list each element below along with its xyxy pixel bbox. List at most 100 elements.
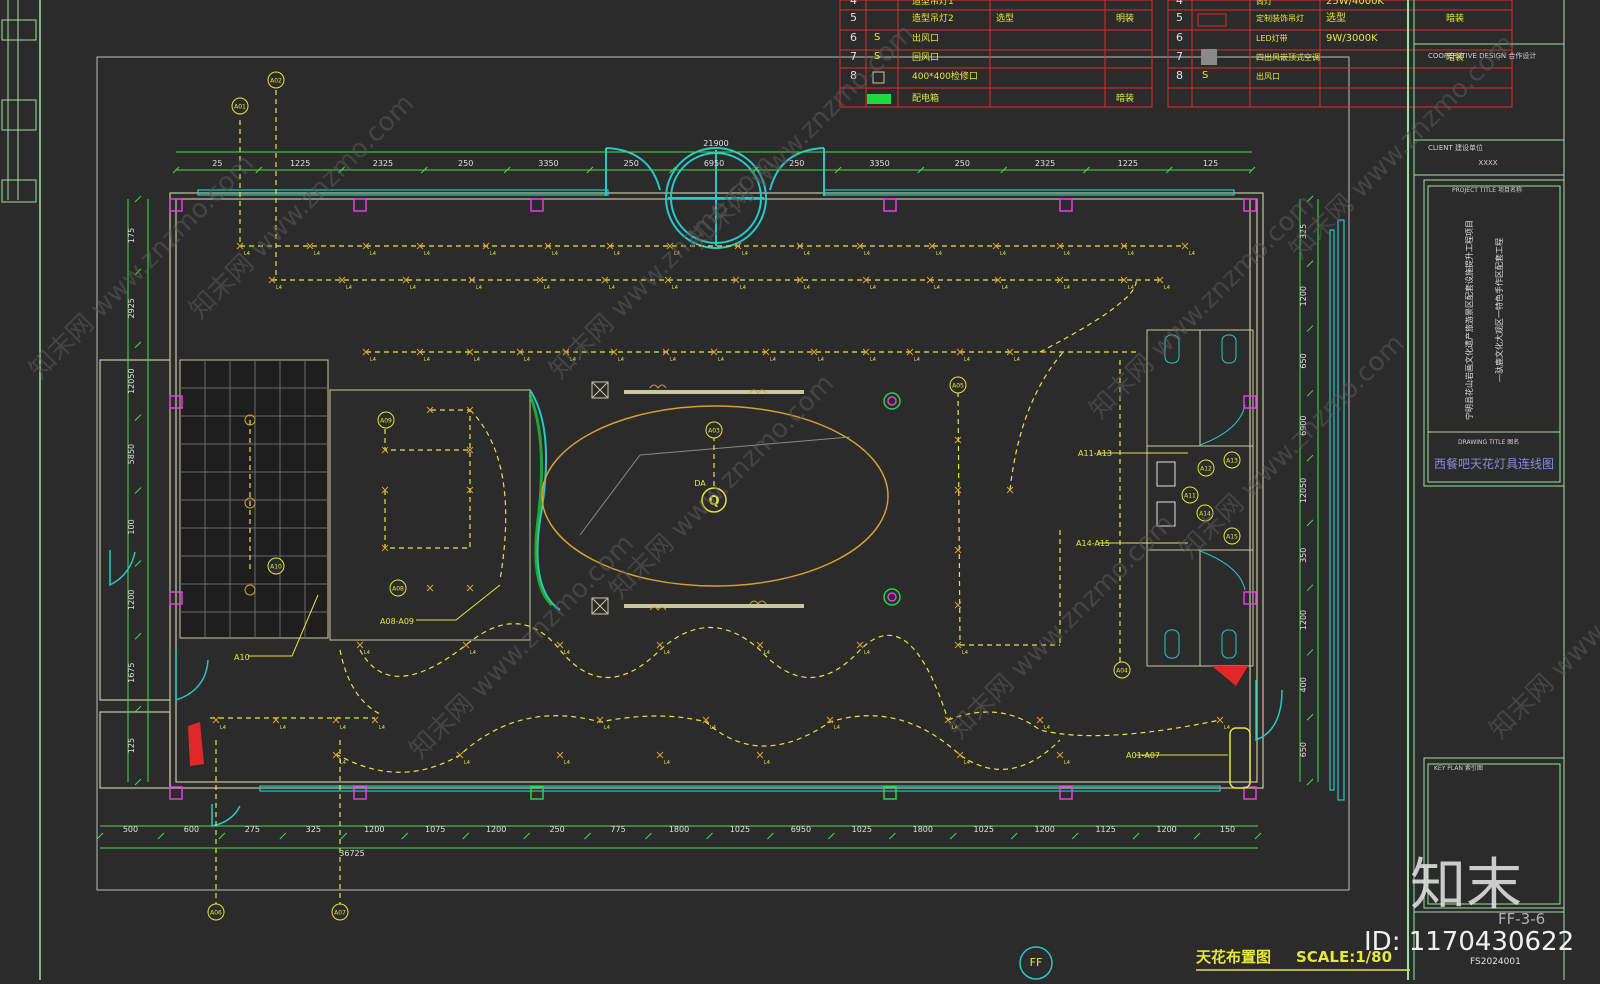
dim-label: 1200 — [364, 825, 384, 834]
lamp-type-label: L4 — [470, 650, 476, 656]
dim-label: 325 — [306, 825, 321, 834]
legend-right-name: 定制装饰吊灯 — [1256, 13, 1304, 23]
lamp-type-label: L4 — [718, 357, 724, 363]
lamp-type-label: L4 — [552, 251, 558, 257]
dim-label: 250 — [624, 159, 639, 168]
lamp-type-label: L4 — [1014, 357, 1020, 363]
dim-label: 400 — [1299, 677, 1308, 692]
circuit-tag-label: A04 — [1116, 668, 1128, 675]
dim-label: 1025 — [974, 825, 994, 834]
drawing-title-label: DRAWING TITLE 图名 — [1458, 438, 1519, 446]
legend-left-spec: 选型 — [996, 12, 1014, 24]
lamp-type-label: L4 — [818, 357, 824, 363]
circuit-tag-label: A08 — [392, 586, 404, 593]
legend-right-no: 4 — [1176, 0, 1183, 7]
lamp-type-label: L4 — [370, 251, 376, 257]
circuit-tag-label: A11 — [1184, 493, 1196, 500]
lamp-type-label: L4 — [870, 357, 876, 363]
dim-label: 3350 — [538, 159, 558, 168]
drawing-title: 西餐吧天花灯具连线图 — [1434, 456, 1554, 471]
dim-label: 1200 — [1035, 825, 1055, 834]
dim-label: 2325 — [373, 159, 393, 168]
dim-label: 1200 — [1299, 286, 1308, 306]
dim-label: 1800 — [913, 825, 933, 834]
dim-label: 6950 — [791, 825, 811, 834]
lamp-type-label: L4 — [964, 357, 970, 363]
circuit-tag-label: A02 — [270, 78, 282, 85]
dim-label: 250 — [458, 159, 473, 168]
dim-label: 100 — [127, 519, 136, 534]
circuit-tag-label: A03 — [708, 428, 720, 435]
lamp-type-label: L4 — [770, 357, 776, 363]
lamp-type-label: L4 — [564, 650, 570, 656]
legend-left-no: 4 — [850, 0, 857, 7]
dim-label: 1025 — [852, 825, 872, 834]
drawing-number: FS2024001 — [1470, 957, 1521, 967]
lamp-type-label: L4 — [664, 760, 670, 766]
circuit-tag-label: A01 — [234, 104, 246, 111]
key-plan-label: KEY PLAN 索引图 — [1434, 764, 1483, 772]
dim-label: 125 — [1203, 159, 1218, 168]
dim-label: 1675 — [127, 663, 136, 683]
lamp-type-label: L4 — [524, 357, 530, 363]
legend-left-note: 明装 — [1116, 12, 1134, 24]
dim-label: 650 — [1299, 742, 1308, 757]
lamp-type-label: L4 — [764, 760, 770, 766]
lamp-type-label: L4 — [490, 251, 496, 257]
dim-label: 1075 — [425, 825, 445, 834]
legend-left-name: 造型吊灯2 — [912, 12, 954, 24]
dim-label: 12050 — [1299, 478, 1308, 503]
lamp-type-label: L4 — [1189, 251, 1195, 257]
legend-right-note: 暗装 — [1446, 12, 1464, 24]
client-label: CLIENT 建设单位 — [1428, 143, 1483, 152]
lamp-type-label: L4 — [914, 357, 920, 363]
lamp-type-label: L4 — [834, 725, 840, 731]
legend-outlet-icon: S — [1202, 70, 1208, 81]
legend-right-name: 出风口 — [1256, 71, 1280, 81]
dim-label: 1125 — [1095, 825, 1115, 834]
kitchen-grid-ceiling — [179, 359, 329, 639]
legend-right-name: 筒灯 — [1256, 0, 1272, 6]
circuit-tag-label: A05 — [952, 383, 964, 390]
lamp-type-label: L4 — [424, 251, 430, 257]
lamp-type-label: L4 — [672, 285, 678, 291]
lamp-type-label: L4 — [1064, 760, 1070, 766]
circuit-tag-label: A13 — [1226, 458, 1238, 465]
legend-right-spec: 9W/3000K — [1326, 33, 1378, 44]
lamp-type-label: L4 — [764, 650, 770, 656]
dim-label: 250 — [955, 159, 970, 168]
dim-label: 175 — [127, 228, 136, 243]
dim-label: 350 — [1299, 548, 1308, 563]
legend-right-no: 5 — [1176, 11, 1183, 24]
legend-right-no: 6 — [1176, 31, 1183, 44]
project-title-label: PROJECT TITLE 项目名称 — [1452, 186, 1522, 194]
lamp-type-label: L4 — [276, 285, 282, 291]
lamp-type-label: L4 — [314, 251, 320, 257]
drawing-title-main: 天花布置图 — [1196, 948, 1271, 966]
dim-label: 250 — [549, 825, 564, 834]
lamp-type-label: L4 — [424, 357, 430, 363]
overall-length-label: 36725 — [339, 849, 364, 858]
lamp-type-label: L4 — [1128, 251, 1134, 257]
dim-label: 3350 — [869, 159, 889, 168]
lamp-type-label: L4 — [370, 357, 376, 363]
lamp-type-label: L4 — [742, 251, 748, 257]
circuit-tag-label: A15 — [1226, 534, 1238, 541]
lamp-type-label: L4 — [936, 251, 942, 257]
lamp-type-label: L4 — [340, 760, 346, 766]
lamp-type-label: L4 — [280, 725, 286, 731]
lamp-type-label: L4 — [870, 285, 876, 291]
leader-a08-a09: A08-A09 — [380, 617, 414, 626]
lamp-type-label: L4 — [604, 725, 610, 731]
lamp-type-label: L4 — [614, 251, 620, 257]
legend-right-no: 8 — [1176, 69, 1183, 82]
dim-label: 275 — [245, 825, 260, 834]
leader-a10: A10 — [234, 653, 250, 662]
lamp-type-label: L4 — [740, 285, 746, 291]
lamp-type-label: L4 — [410, 285, 416, 291]
lamp-type-label: L4 — [670, 357, 676, 363]
lamp-type-label: L4 — [220, 725, 226, 731]
legend-right-no: 7 — [1176, 50, 1183, 63]
cad-drawing-canvas[interactable]: 4 造型吊灯1 5 造型吊灯2 选型 明装 6 出风口 7 回风口 8 400*400检修口 配电箱 暗装… — [0, 0, 1600, 980]
lamp-type-label: L4 — [804, 251, 810, 257]
